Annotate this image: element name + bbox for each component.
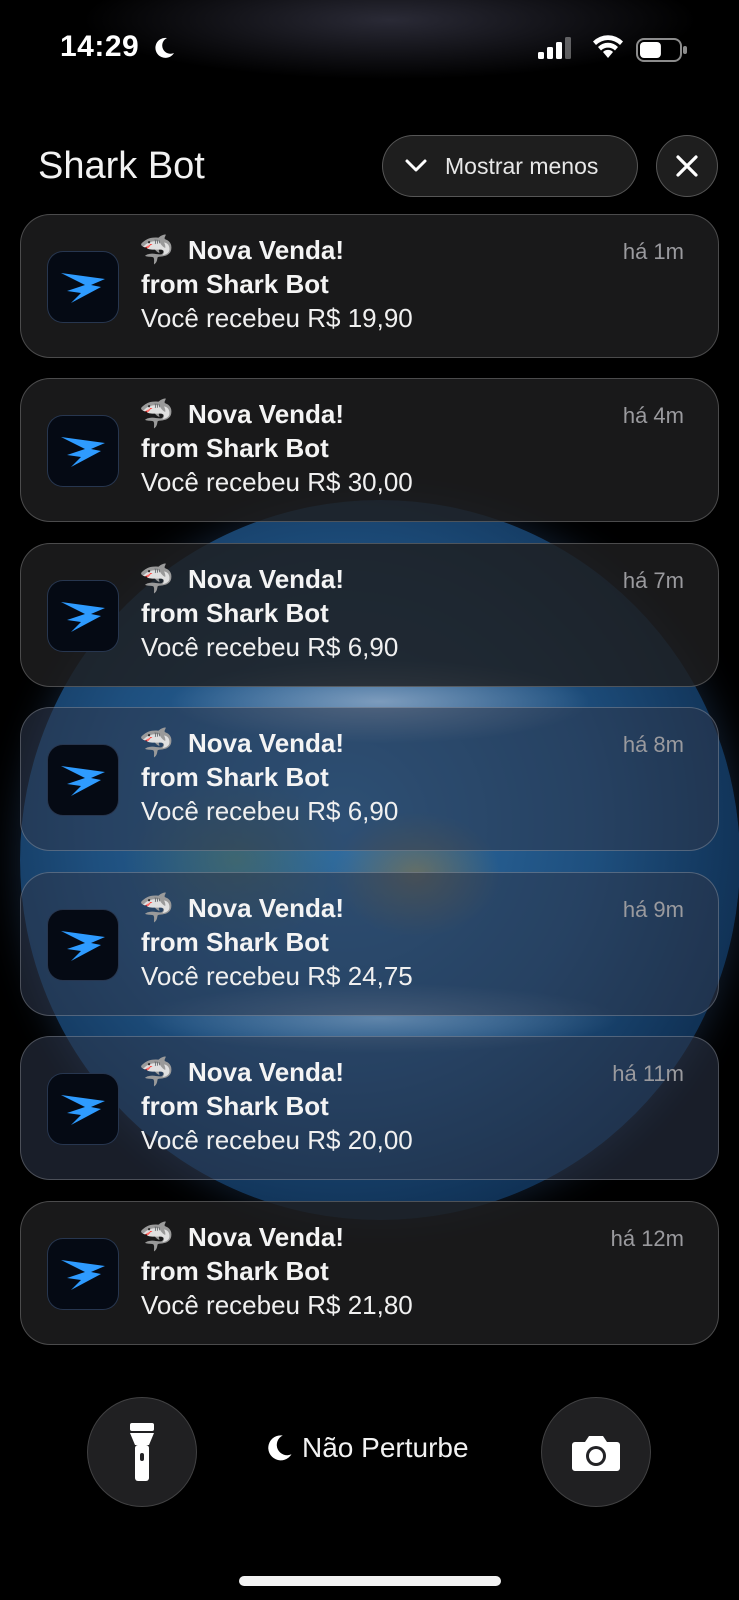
notification-subtitle: from Shark Bot [141,1256,329,1286]
shark-emoji-icon: 🦈 [139,1056,174,1087]
shark-emoji-icon: 🦈 [139,892,174,923]
shark-bot-app-icon [47,580,119,652]
notification-subtitle: from Shark Bot [141,1091,329,1121]
notification-time: há 1m [622,239,684,264]
battery-icon [636,38,687,62]
flashlight-button[interactable] [87,1397,197,1507]
shark-bot-app-icon [47,744,119,816]
shark-emoji-icon: 🦈 [139,563,174,594]
notification-body: Você recebeu R$ 24,75 [141,961,413,991]
notification-time: há 12m [610,1226,684,1251]
status-bar: 14:29 [0,0,739,100]
notification-group-title: Shark Bot [38,145,205,187]
notification-body: Você recebeu R$ 19,90 [141,303,413,333]
notification-body: Você recebeu R$ 6,90 [141,632,399,662]
notification-body: Você recebeu R$ 21,80 [141,1290,413,1320]
notification-card[interactable]: 🦈 Nova Venda! from Shark Bot Você recebe… [20,1201,719,1345]
shark-bot-app-icon [47,1073,119,1145]
notification-title: Nova Venda! [188,728,345,758]
home-indicator[interactable] [239,1576,501,1586]
notification-time: há 4m [622,403,684,428]
cellular-signal-icon [538,37,571,59]
notification-card[interactable]: 🦈 Nova Venda! from Shark Bot Você recebe… [20,543,719,687]
camera-button[interactable] [541,1397,651,1507]
notification-body: Você recebeu R$ 20,00 [141,1125,413,1155]
notification-body: Você recebeu R$ 30,00 [141,467,413,497]
show-less-label: Mostrar menos [445,152,599,179]
flashlight-icon [130,1423,154,1481]
show-less-button[interactable]: Mostrar menos [382,135,638,197]
notification-time: há 8m [622,732,684,757]
shark-bot-app-icon [47,1238,119,1310]
do-not-disturb-label: Não Perturbe [302,1432,469,1463]
notification-card[interactable]: 🦈 Nova Venda! from Shark Bot Você recebe… [20,214,719,358]
notification-subtitle: from Shark Bot [141,433,329,463]
shark-emoji-icon: 🦈 [139,234,174,265]
notification-time: há 7m [622,568,684,593]
notification-subtitle: from Shark Bot [141,927,329,957]
notification-subtitle: from Shark Bot [141,598,329,628]
clear-group-button[interactable] [656,135,718,197]
camera-icon [572,1436,620,1471]
notification-subtitle: from Shark Bot [141,269,329,299]
moon-icon [155,37,174,58]
shark-emoji-icon: 🦈 [139,398,174,429]
notification-card[interactable]: 🦈 Nova Venda! from Shark Bot Você recebe… [20,1036,719,1180]
close-icon [676,155,698,177]
notification-title: Nova Venda! [188,1057,345,1087]
notification-body: Você recebeu R$ 6,90 [141,796,399,826]
shark-bot-app-icon [47,909,119,981]
notification-title: Nova Venda! [188,235,345,265]
moon-icon [268,1435,292,1461]
notification-time: há 9m [622,897,684,922]
notification-card[interactable]: 🦈 Nova Venda! from Shark Bot Você recebe… [20,378,719,522]
notification-title: Nova Venda! [188,893,345,923]
shark-bot-app-icon [47,415,119,487]
status-time: 14:29 [60,30,140,63]
notification-title: Nova Venda! [188,564,345,594]
notification-title: Nova Venda! [188,399,345,429]
wifi-icon [593,35,623,58]
notification-subtitle: from Shark Bot [141,762,329,792]
notification-card[interactable]: 🦈 Nova Venda! from Shark Bot Você recebe… [20,872,719,1016]
chevron-down-icon [405,159,427,172]
notification-title: Nova Venda! [188,1222,345,1252]
notification-time: há 11m [612,1061,684,1086]
notification-card[interactable]: 🦈 Nova Venda! from Shark Bot Você recebe… [20,707,719,851]
shark-emoji-icon: 🦈 [139,727,174,758]
shark-emoji-icon: 🦈 [139,1221,174,1252]
do-not-disturb-indicator[interactable]: Não Perturbe [264,1432,469,1464]
shark-bot-app-icon [47,251,119,323]
